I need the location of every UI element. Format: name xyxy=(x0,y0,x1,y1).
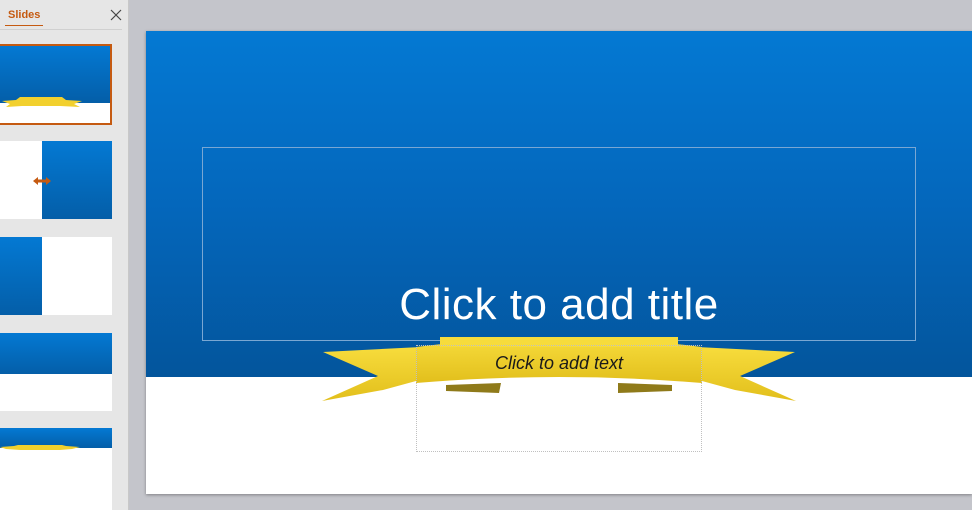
subtitle-placeholder[interactable]: Click to add text xyxy=(416,345,702,452)
thumbnail-band xyxy=(0,46,110,103)
slide-thumbnail-4[interactable] xyxy=(0,333,112,411)
ribbon-icon xyxy=(2,97,82,107)
slide-thumbnail-5[interactable] xyxy=(0,428,112,510)
slide-thumbnail-1[interactable] xyxy=(0,44,112,125)
resize-arrow-icon xyxy=(33,177,51,185)
slides-pane-header: Slides xyxy=(0,0,128,30)
tab-slides[interactable]: Slides xyxy=(5,9,44,26)
close-icon[interactable] xyxy=(108,7,124,23)
ribbon-icon xyxy=(0,445,80,450)
pane-divider xyxy=(0,29,122,30)
slides-pane: Slides xyxy=(0,0,129,510)
slide-thumbnail-3[interactable] xyxy=(0,237,112,315)
thumbnail-band xyxy=(0,237,42,315)
subtitle-placeholder-text: Click to add text xyxy=(494,353,624,373)
slide-canvas[interactable]: Click to add title Click to add text xyxy=(146,31,972,494)
thumbnail-band xyxy=(42,141,112,219)
slide-thumbnail-2[interactable] xyxy=(0,141,112,219)
thumbnail-band xyxy=(0,333,112,374)
